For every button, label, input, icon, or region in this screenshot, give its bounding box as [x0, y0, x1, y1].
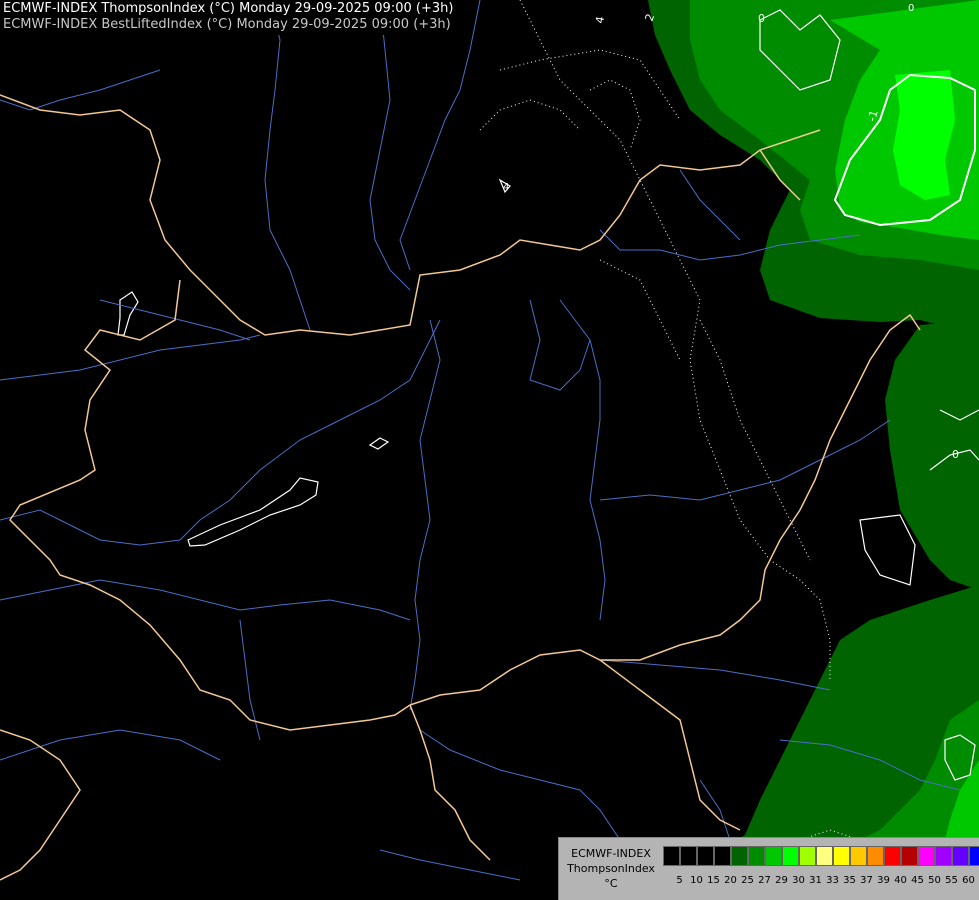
legend-tick-label: 15: [707, 875, 720, 886]
legend-model: ECMWF-INDEX: [571, 847, 651, 860]
legend-tick-label: 55: [945, 875, 958, 886]
legend-swatch: [850, 846, 867, 866]
legend-tick-label: 27: [758, 875, 771, 886]
legend-swatch: [799, 846, 816, 866]
contour-label: 0: [908, 3, 914, 14]
legend-tick-label: 37: [860, 875, 873, 886]
contour-label: 2: [643, 12, 658, 23]
legend-swatch: [714, 846, 731, 866]
legend-swatch: [765, 846, 782, 866]
legend-tick-label: 40: [894, 875, 907, 886]
legend-tick-label: 33: [826, 875, 839, 886]
legend-swatch: [748, 846, 765, 866]
legend-tick-label: 45: [911, 875, 924, 886]
legend-parameter: ThompsonIndex: [567, 862, 655, 875]
contour-label: 0: [952, 448, 959, 461]
legend-swatch: [680, 846, 697, 866]
legend-tick-label: 10: [690, 875, 703, 886]
legend-tick-label: 29: [775, 875, 788, 886]
legend-tick-label: 50: [928, 875, 941, 886]
legend-tick-label: 39: [877, 875, 890, 886]
legend-tick-label: 31: [809, 875, 822, 886]
contour-label: -1: [865, 109, 880, 123]
legend-swatch: [901, 846, 918, 866]
legend-unit: °C: [604, 877, 618, 890]
legend-swatch: [833, 846, 850, 866]
contour-label: 4: [593, 15, 607, 24]
legend-tick-label: 35: [843, 875, 856, 886]
legend-swatch: [935, 846, 952, 866]
legend-swatch: [867, 846, 884, 866]
legend-tick-label: 5: [676, 875, 683, 886]
legend-swatch: [697, 846, 714, 866]
title-thompson-index: ECMWF-INDEX ThompsonIndex (°C) Monday 29…: [3, 1, 454, 16]
color-legend: ECMWF-INDEX ThompsonIndex °C 5 10 15 20 25 27…: [558, 837, 979, 900]
legend-swatch: [969, 846, 979, 866]
legend-tick-label: 30: [792, 875, 805, 886]
map-title-box: ECMWF-INDEX ThompsonIndex (°C) Monday 29…: [0, 0, 457, 35]
weather-map-view: 2 4 0 -1 0 4 0 ECMWF-INDEX ThompsonIndex…: [0, 0, 979, 900]
title-best-lifted-index: ECMWF-INDEX BestLiftedIndex (°C) Monday …: [3, 17, 451, 32]
contour-label: 4: [503, 182, 509, 193]
legend-ticks: 5 10 15 20 25 27 29 30 31 33 35 37 39 40 45 50 55 60: [671, 875, 977, 886]
legend-swatch: [884, 846, 901, 866]
legend-swatches: [663, 846, 979, 866]
legend-tick-label: 20: [724, 875, 737, 886]
legend-swatch: [782, 846, 799, 866]
legend-swatch: [918, 846, 935, 866]
legend-swatch: [663, 846, 680, 866]
legend-swatch: [731, 846, 748, 866]
legend-tick-label: 60: [962, 875, 975, 886]
legend-swatch: [816, 846, 833, 866]
legend-tick-label: 25: [741, 875, 754, 886]
legend-swatch: [952, 846, 969, 866]
contour-label: 0: [758, 12, 765, 25]
contour-labels: 2 4 0 -1 0 4 0: [503, 3, 959, 461]
